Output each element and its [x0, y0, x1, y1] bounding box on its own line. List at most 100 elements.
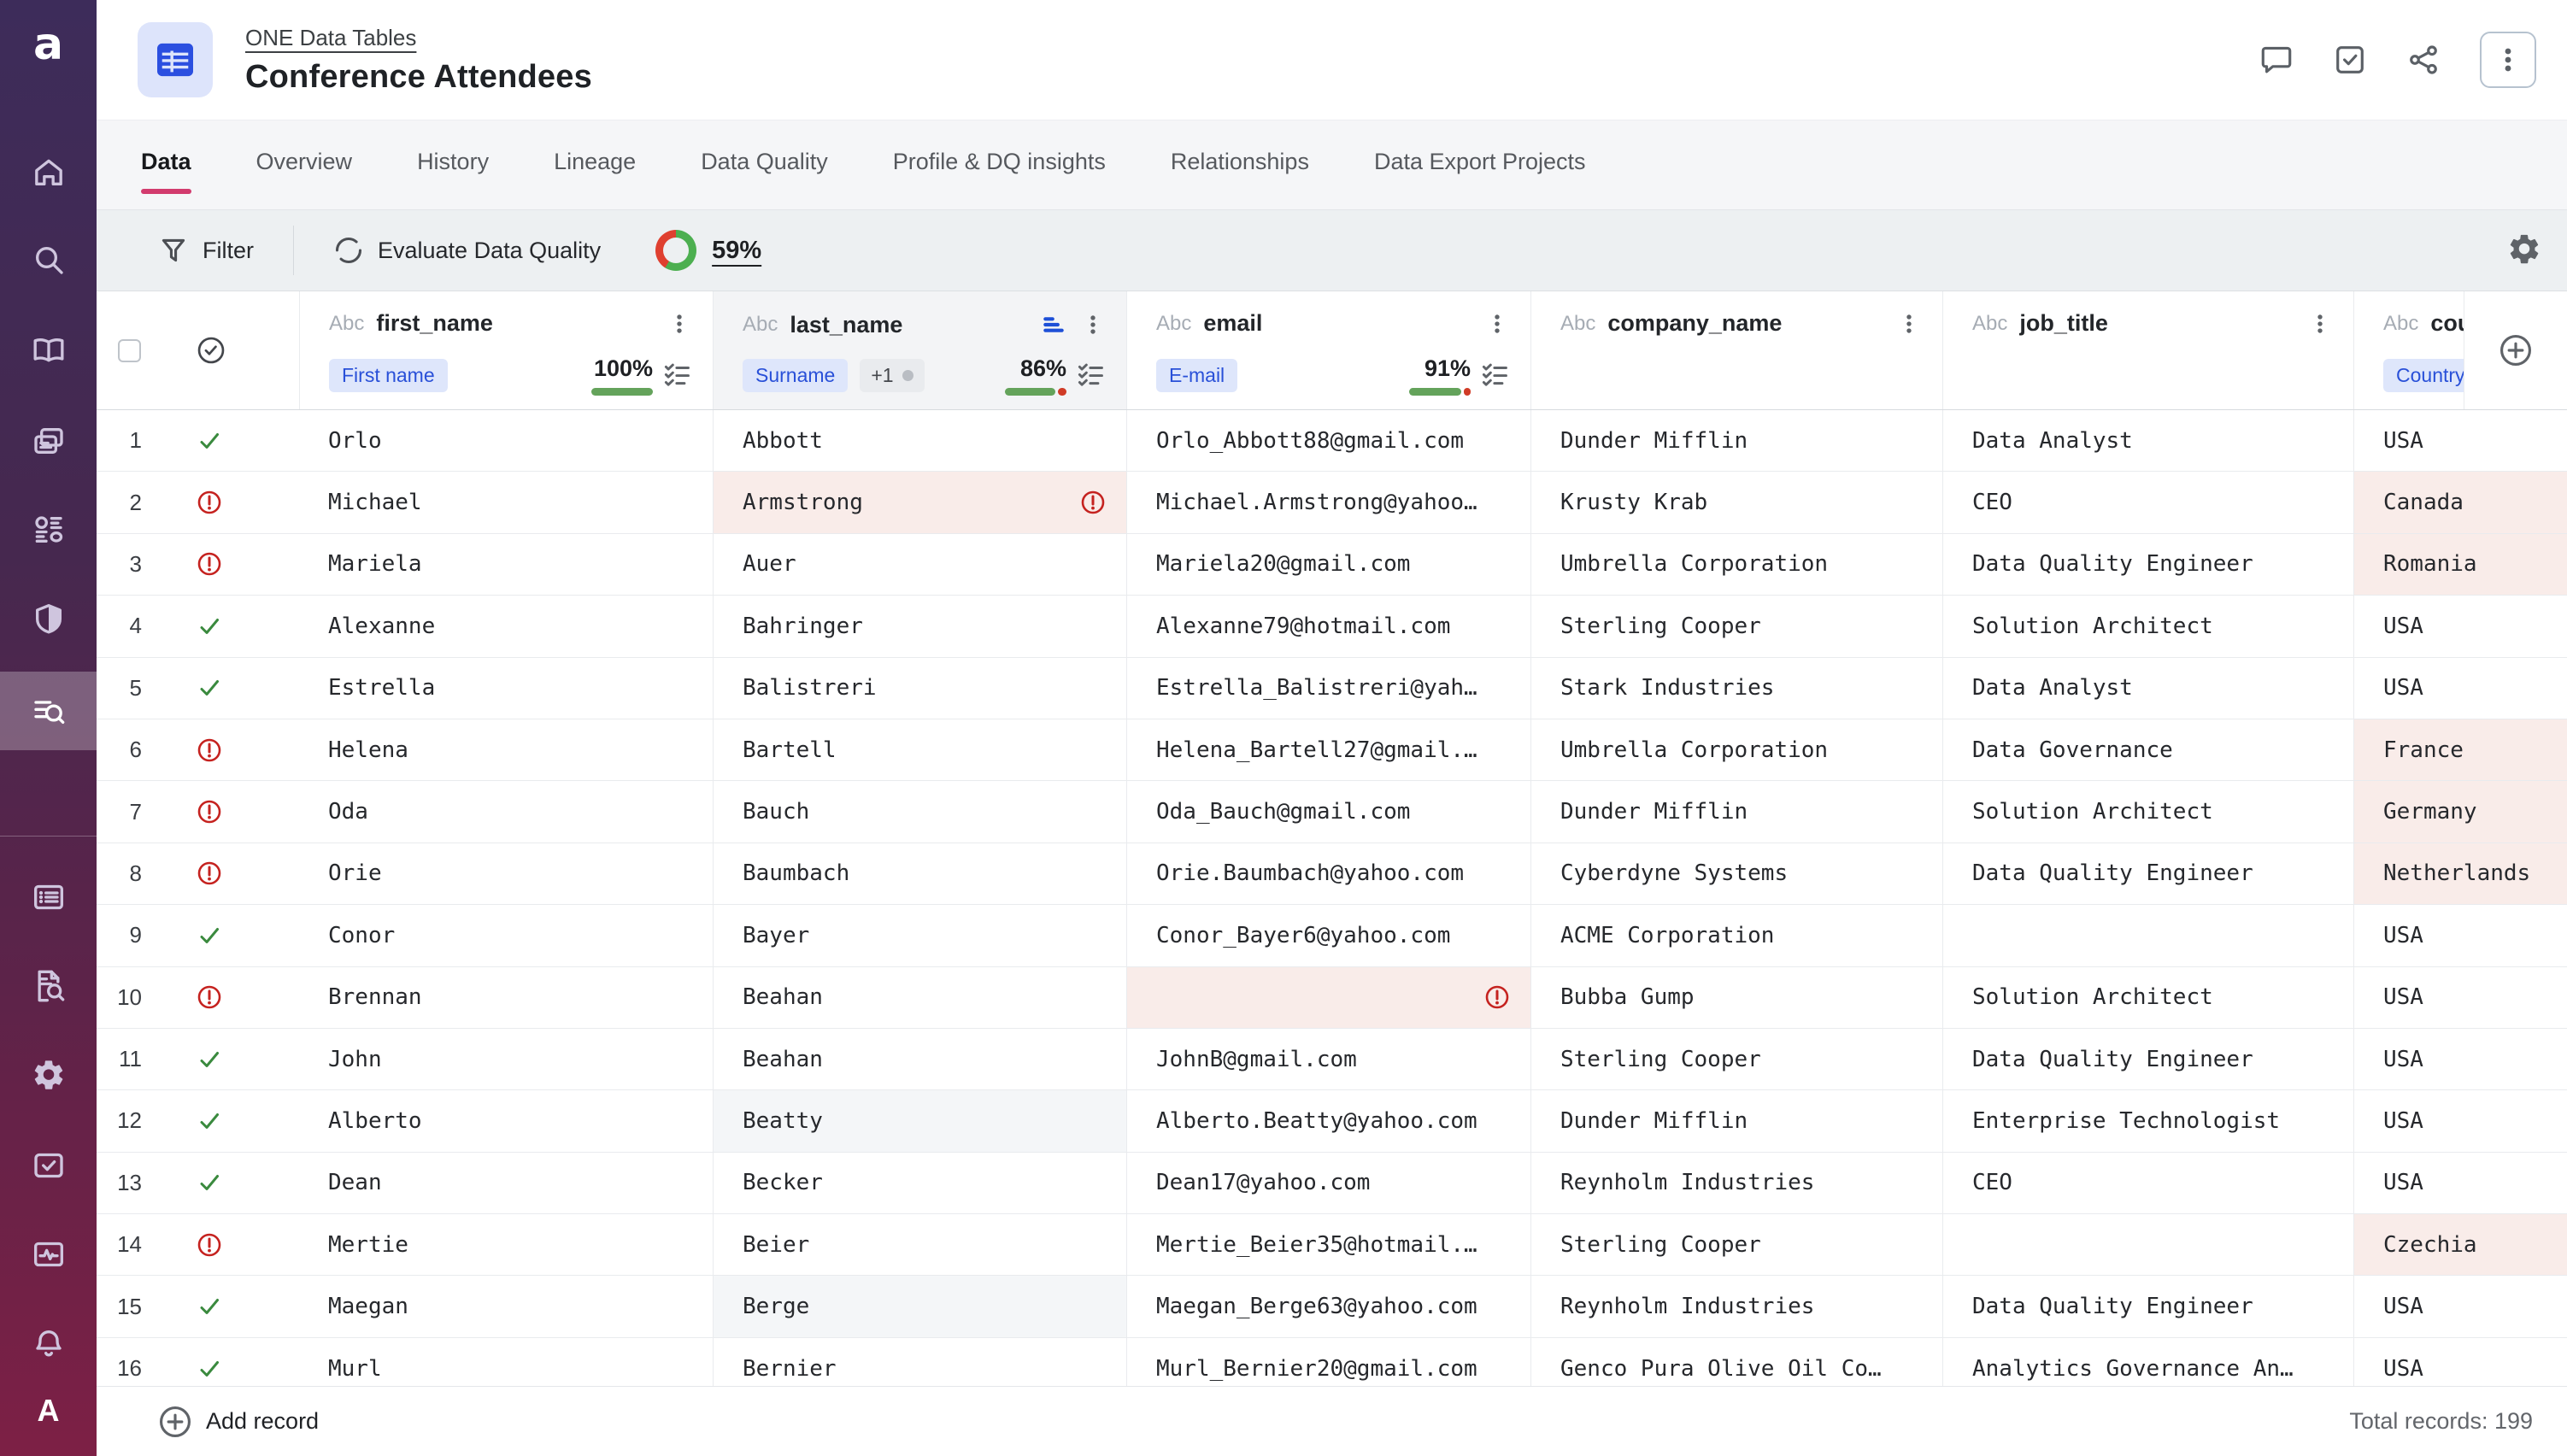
cell-first_name[interactable]: Alberto — [299, 1090, 713, 1151]
app-logo[interactable]: a — [0, 19, 97, 70]
cell-country[interactable]: USA — [2353, 658, 2567, 719]
row-number-cell[interactable]: 13 — [97, 1153, 162, 1213]
cell-job_title[interactable]: Solution Architect — [1942, 596, 2353, 656]
cell-email[interactable]: Orie.Baumbach@yahoo.com — [1126, 843, 1530, 904]
cell-email[interactable] — [1126, 967, 1530, 1028]
cell-country[interactable]: USA — [2353, 1090, 2567, 1151]
sidebar-item-records[interactable] — [0, 858, 97, 936]
row-number-cell[interactable]: 2 — [97, 472, 162, 532]
sidebar-item-catalog[interactable] — [0, 311, 97, 390]
dq-rules-icon[interactable] — [1077, 361, 1106, 390]
cell-first_name[interactable]: Maegan — [299, 1276, 713, 1336]
cell-email[interactable]: Michael.Armstrong@yahoo… — [1126, 472, 1530, 532]
sidebar-item-tasks[interactable] — [0, 1126, 97, 1205]
cell-company_name[interactable]: Sterling Cooper — [1530, 596, 1942, 656]
cell-last_name[interactable]: Armstrong — [713, 472, 1126, 532]
row-number-cell[interactable]: 15 — [97, 1276, 162, 1336]
tab-profile-dq-insights[interactable]: Profile & DQ insights — [893, 137, 1106, 194]
row-number-cell[interactable]: 4 — [97, 596, 162, 656]
row-number-cell[interactable]: 7 — [97, 781, 162, 842]
cell-first_name[interactable]: Orlo — [299, 410, 713, 471]
cell-email[interactable]: Maegan_Berge63@yahoo.com — [1126, 1276, 1530, 1336]
row-number-cell[interactable]: 9 — [97, 905, 162, 966]
column-header-email[interactable]: AbcemailE-mail91% — [1126, 291, 1530, 409]
cell-last_name[interactable]: Abbott — [713, 410, 1126, 471]
more-actions-button[interactable] — [2480, 32, 2536, 88]
kebab-menu-icon[interactable] — [1080, 312, 1106, 338]
cell-email[interactable]: JohnB@gmail.com — [1126, 1029, 1530, 1089]
sort-icon[interactable] — [1039, 310, 1068, 339]
cell-job_title[interactable]: Solution Architect — [1942, 781, 2353, 842]
cell-job_title[interactable]: Data Governance — [1942, 719, 2353, 780]
cell-job_title[interactable]: Solution Architect — [1942, 967, 2353, 1028]
cell-last_name[interactable]: Bauch — [713, 781, 1126, 842]
evaluate-dq-button[interactable]: Evaluate Data Quality — [333, 235, 601, 266]
cell-first_name[interactable]: Oda — [299, 781, 713, 842]
cell-job_title[interactable]: Data Quality Engineer — [1942, 1276, 2353, 1336]
cell-job_title[interactable]: Data Quality Engineer — [1942, 1029, 2353, 1089]
sidebar-item-components[interactable] — [0, 490, 97, 569]
cell-company_name[interactable]: Sterling Cooper — [1530, 1029, 1942, 1089]
cell-company_name[interactable]: Genco Pura Olive Oil Co… — [1530, 1338, 1942, 1386]
cell-first_name[interactable]: Dean — [299, 1153, 713, 1213]
cell-job_title[interactable]: Enterprise Technologist — [1942, 1090, 2353, 1151]
cell-last_name[interactable]: Balistreri — [713, 658, 1126, 719]
sidebar-item-home[interactable] — [0, 133, 97, 212]
user-avatar[interactable]: A — [0, 1393, 97, 1429]
cell-job_title[interactable]: Data Quality Engineer — [1942, 843, 2353, 904]
column-term-tag[interactable]: E-mail — [1156, 359, 1237, 392]
cell-first_name[interactable]: Michael — [299, 472, 713, 532]
sidebar-item-monitoring[interactable] — [0, 1215, 97, 1294]
cell-country[interactable]: USA — [2353, 1029, 2567, 1089]
sidebar-item-notifications[interactable] — [0, 1304, 97, 1383]
kebab-menu-icon[interactable] — [1484, 311, 1510, 337]
table-settings-button[interactable] — [2507, 232, 2541, 269]
breadcrumb[interactable]: ONE Data Tables — [245, 25, 416, 51]
tab-overview[interactable]: Overview — [256, 137, 353, 194]
cell-company_name[interactable]: Stark Industries — [1530, 658, 1942, 719]
cell-first_name[interactable]: Murl — [299, 1338, 713, 1386]
dq-rules-icon[interactable] — [663, 361, 692, 390]
cell-job_title[interactable]: CEO — [1942, 1153, 2353, 1213]
row-number-cell[interactable]: 14 — [97, 1214, 162, 1275]
cell-company_name[interactable]: Umbrella Corporation — [1530, 719, 1942, 780]
sidebar-item-data-sources[interactable] — [0, 402, 97, 480]
cell-email[interactable]: Conor_Bayer6@yahoo.com — [1126, 905, 1530, 966]
add-column-button[interactable] — [2499, 333, 2533, 367]
cell-first_name[interactable]: Estrella — [299, 658, 713, 719]
column-header-last_name[interactable]: Abclast_nameSurname+186% — [713, 291, 1126, 409]
sidebar-item-data-quality[interactable] — [0, 672, 97, 750]
tab-lineage[interactable]: Lineage — [554, 137, 636, 194]
cell-country[interactable]: USA — [2353, 1276, 2567, 1336]
cell-email[interactable]: Estrella_Balistreri@yah… — [1126, 658, 1530, 719]
row-number-cell[interactable]: 11 — [97, 1029, 162, 1089]
row-number-cell[interactable]: 1 — [97, 410, 162, 471]
cell-country[interactable]: USA — [2353, 1153, 2567, 1213]
column-header-company_name[interactable]: Abccompany_name — [1530, 291, 1942, 409]
cell-job_title[interactable]: Analytics Governance An… — [1942, 1338, 2353, 1386]
cell-company_name[interactable]: Krusty Krab — [1530, 472, 1942, 532]
cell-email[interactable]: Dean17@yahoo.com — [1126, 1153, 1530, 1213]
tab-data[interactable]: Data — [141, 137, 191, 194]
cell-first_name[interactable]: Alexanne — [299, 596, 713, 656]
row-number-cell[interactable]: 8 — [97, 843, 162, 904]
cell-job_title[interactable]: Data Analyst — [1942, 658, 2353, 719]
cell-country[interactable]: Netherlands — [2353, 843, 2567, 904]
cell-country[interactable]: USA — [2353, 905, 2567, 966]
sidebar-item-governance[interactable] — [0, 579, 97, 658]
share-button[interactable] — [2406, 43, 2441, 77]
row-number-cell[interactable]: 10 — [97, 967, 162, 1028]
cell-email[interactable]: Orlo_Abbott88@gmail.com — [1126, 410, 1530, 471]
cell-email[interactable]: Mertie_Beier35@hotmail.… — [1126, 1214, 1530, 1275]
cell-company_name[interactable]: Cyberdyne Systems — [1530, 843, 1942, 904]
cell-company_name[interactable]: Bubba Gump — [1530, 967, 1942, 1028]
cell-last_name[interactable]: Bernier — [713, 1338, 1126, 1386]
cell-company_name[interactable]: Dunder Mifflin — [1530, 1090, 1942, 1151]
filter-button[interactable]: Filter — [158, 235, 254, 266]
row-number-cell[interactable]: 16 — [97, 1338, 162, 1386]
cell-email[interactable]: Alberto.Beatty@yahoo.com — [1126, 1090, 1530, 1151]
cell-first_name[interactable]: Mariela — [299, 534, 713, 595]
tab-data-quality[interactable]: Data Quality — [701, 137, 828, 194]
cell-last_name[interactable]: Bayer — [713, 905, 1126, 966]
cell-first_name[interactable]: Mertie — [299, 1214, 713, 1275]
